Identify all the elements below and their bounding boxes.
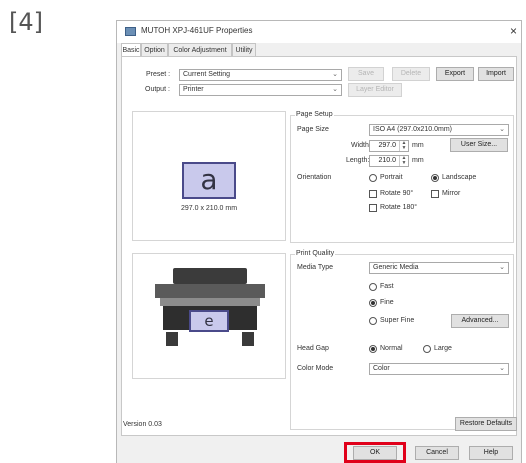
- import-button[interactable]: Import: [478, 67, 514, 81]
- print-quality-group: Print Quality Media Type Generic Media ⌄…: [290, 250, 514, 430]
- color-mode-value: Color: [373, 365, 390, 372]
- width-label: Width:: [351, 142, 371, 149]
- spinner-icon[interactable]: ▲ ▼: [399, 156, 408, 166]
- export-button[interactable]: Export: [436, 67, 474, 81]
- tab-option[interactable]: Option: [141, 43, 168, 56]
- printer-platen: [160, 298, 260, 306]
- chevron-down-icon: ⌄: [332, 71, 338, 78]
- media-type-value: Generic Media: [373, 264, 419, 271]
- help-button[interactable]: Help: [469, 446, 513, 460]
- chevron-down-icon: ⌄: [499, 264, 505, 271]
- delete-button[interactable]: Delete: [392, 67, 430, 81]
- chevron-down-icon: ⌄: [332, 86, 338, 93]
- page-size-select[interactable]: ISO A4 (297.0x210.0mm) ⌄: [369, 124, 509, 136]
- paper-letter: a: [200, 163, 218, 196]
- fast-radio[interactable]: [369, 283, 377, 291]
- color-mode-select[interactable]: Color ⌄: [369, 363, 509, 375]
- paper-size-text: 297.0 x 210.0 mm: [181, 205, 238, 212]
- width-unit: mm: [412, 142, 424, 149]
- output-select[interactable]: Printer ⌄: [179, 84, 342, 96]
- super-fine-radio[interactable]: [369, 317, 377, 325]
- rotate180-label: Rotate 180°: [380, 204, 418, 211]
- chevron-down-icon: ⌄: [499, 126, 505, 133]
- fine-radio[interactable]: [369, 299, 377, 307]
- basic-panel: Preset : Current Setting ⌄ Output : Prin…: [121, 56, 517, 436]
- layer-editor-button[interactable]: Layer Editor: [348, 83, 402, 97]
- large-label: Large: [434, 345, 452, 352]
- user-size-button[interactable]: User Size...: [450, 138, 508, 152]
- head-gap-label: Head Gap: [297, 345, 329, 352]
- portrait-radio[interactable]: [369, 174, 377, 182]
- step-label: [4]: [9, 8, 43, 36]
- chevron-down-icon: ⌄: [499, 365, 505, 372]
- dialog-footer: OK Cancel Help: [117, 437, 521, 463]
- version-text: Version 0.03: [123, 421, 162, 428]
- large-radio[interactable]: [423, 345, 431, 353]
- printer-leg-left: [166, 332, 178, 346]
- ok-button[interactable]: OK: [353, 446, 397, 460]
- page-setup-group: Page Setup Page Size ISO A4 (297.0x210.0…: [290, 111, 514, 243]
- printer-body: [155, 284, 265, 298]
- printer-media-preview: e: [189, 310, 229, 332]
- close-icon[interactable]: ×: [510, 24, 517, 38]
- super-fine-label: Super Fine: [380, 317, 415, 324]
- printer-top: [173, 268, 247, 284]
- fast-label: Fast: [380, 283, 394, 290]
- properties-window: MUTOH XPJ-461UF Properties × Basic Optio…: [116, 20, 522, 463]
- paper-preview-box: a 297.0 x 210.0 mm: [132, 111, 286, 241]
- page-setup-title: Page Setup: [295, 111, 334, 118]
- orientation-label: Orientation: [297, 174, 332, 181]
- normal-label: Normal: [380, 345, 403, 352]
- tab-utility[interactable]: Utility: [232, 43, 256, 56]
- normal-radio[interactable]: [369, 345, 377, 353]
- tab-color-adjustment[interactable]: Color Adjustment: [168, 43, 232, 56]
- rotate180-checkbox[interactable]: [369, 204, 377, 212]
- color-mode-label: Color Mode: [297, 365, 334, 372]
- printer-app-icon: [125, 27, 136, 36]
- mirror-label: Mirror: [442, 190, 461, 197]
- output-value: Printer: [183, 86, 204, 93]
- page-size-value: ISO A4 (297.0x210.0mm): [373, 126, 452, 133]
- width-value: 297.0: [378, 142, 396, 149]
- landscape-label: Landscape: [442, 174, 477, 181]
- printer-preview-box: e: [132, 253, 286, 379]
- length-input[interactable]: 210.0 ▲ ▼: [369, 155, 409, 167]
- printer-leg-right: [242, 332, 254, 346]
- length-unit: mm: [412, 157, 424, 164]
- spinner-icon[interactable]: ▲ ▼: [399, 141, 408, 151]
- mirror-checkbox[interactable]: [431, 190, 439, 198]
- tab-basic[interactable]: Basic: [121, 43, 141, 57]
- width-input[interactable]: 297.0 ▲ ▼: [369, 140, 409, 152]
- length-label: Length:: [346, 157, 370, 164]
- save-button[interactable]: Save: [348, 67, 384, 81]
- title-bar: MUTOH XPJ-461UF Properties ×: [117, 21, 521, 43]
- fine-label: Fine: [380, 299, 394, 306]
- paper-preview: a: [182, 162, 236, 199]
- window-title: MUTOH XPJ-461UF Properties: [141, 26, 253, 35]
- portrait-label: Portrait: [380, 174, 403, 181]
- page-size-label: Page Size: [297, 126, 329, 133]
- landscape-radio[interactable]: [431, 174, 439, 182]
- preset-select[interactable]: Current Setting ⌄: [179, 69, 342, 81]
- media-type-label: Media Type: [297, 264, 334, 271]
- rotate90-label: Rotate 90°: [380, 190, 414, 197]
- printer-letter: e: [204, 312, 214, 330]
- media-type-select[interactable]: Generic Media ⌄: [369, 262, 509, 274]
- restore-defaults-button[interactable]: Restore Defaults: [455, 417, 517, 431]
- advanced-button[interactable]: Advanced...: [451, 314, 509, 328]
- preset-label: Preset :: [146, 71, 171, 78]
- preset-value: Current Setting: [183, 71, 231, 78]
- cancel-button[interactable]: Cancel: [415, 446, 459, 460]
- output-label: Output :: [145, 86, 170, 93]
- print-quality-title: Print Quality: [295, 250, 336, 257]
- rotate90-checkbox[interactable]: [369, 190, 377, 198]
- length-value: 210.0: [378, 157, 396, 164]
